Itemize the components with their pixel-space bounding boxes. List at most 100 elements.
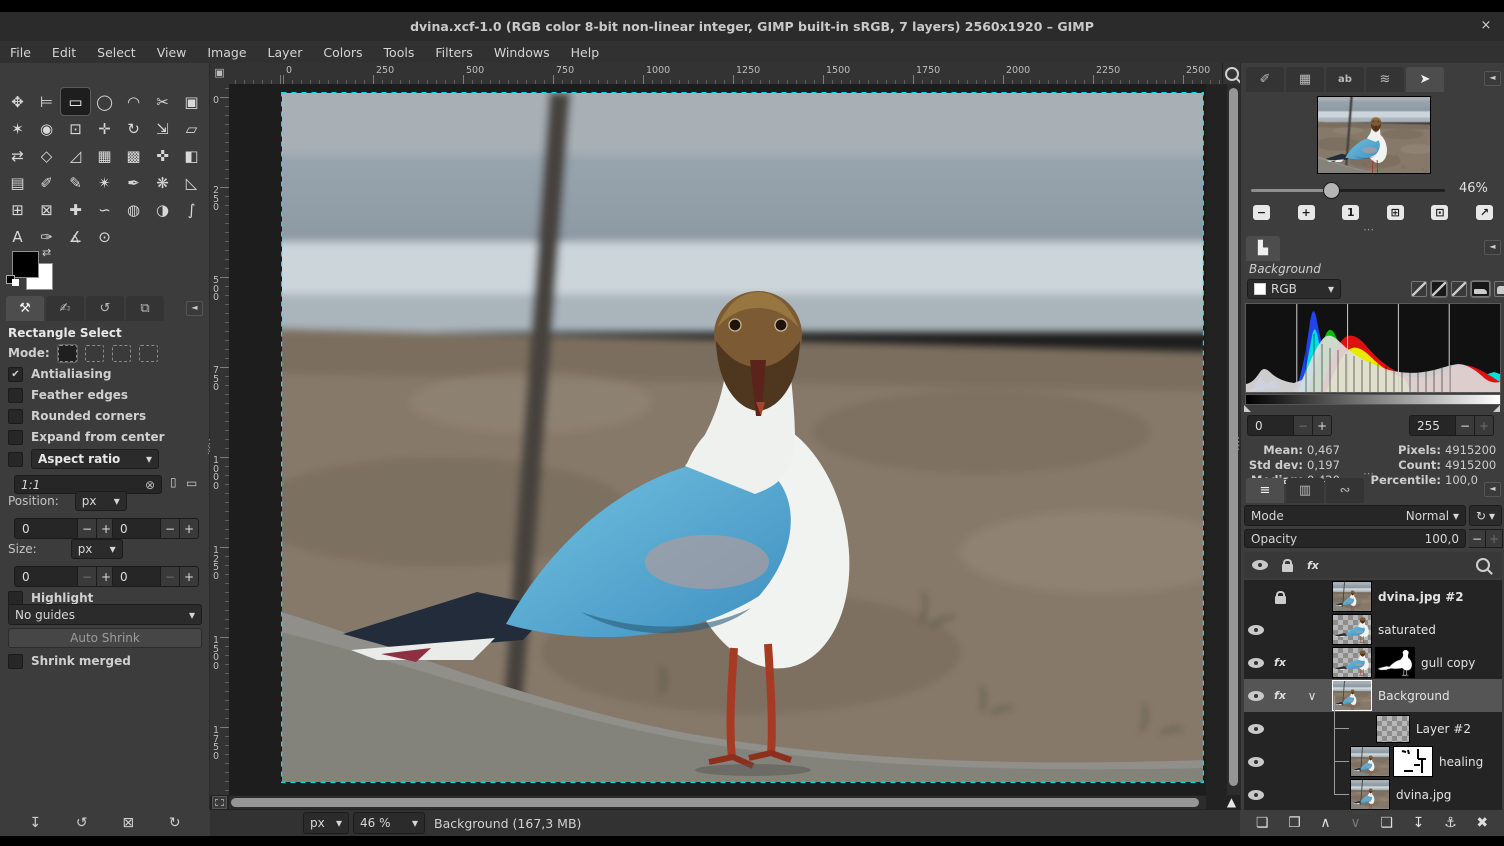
channel-dropdown[interactable]: RGB ▾ [1247, 279, 1341, 299]
tool-fuzzy-select[interactable]: ✶ [3, 115, 32, 142]
position-unit-dropdown[interactable]: px ▾ [75, 491, 127, 511]
layer-mask-thumbnail[interactable] [1393, 746, 1433, 777]
guides-dropdown[interactable]: No guides ▾ [8, 604, 202, 625]
feather-edges-checkbox[interactable] [8, 388, 23, 403]
histogram-linear-icon[interactable] [1471, 281, 1490, 297]
fx-header-icon[interactable]: fx [1307, 559, 1319, 572]
layer-name[interactable]: saturated [1378, 623, 1436, 637]
shrink-merged-checkbox[interactable] [8, 654, 23, 669]
size-unit-dropdown[interactable]: px ▾ [71, 539, 123, 559]
canvas-viewport[interactable] [229, 84, 1206, 795]
position-y-minus[interactable]: − [161, 518, 180, 539]
tab-images[interactable]: ⧉ [126, 296, 164, 321]
menu-view[interactable]: View [157, 45, 187, 60]
layer-thumbnail[interactable] [1376, 715, 1410, 743]
dock-dots-icon[interactable]: ⋯ [1363, 467, 1376, 480]
visibility-icon[interactable] [1248, 690, 1264, 702]
range-high-value[interactable]: 255 [1409, 415, 1456, 436]
zoom-1-1-button[interactable]: 1 [1342, 205, 1359, 220]
zoom-in-button[interactable]: + [1298, 205, 1315, 220]
layer-name[interactable]: Layer #2 [1416, 722, 1471, 736]
horizontal-scrollbar[interactable] [229, 796, 1206, 809]
size-w-value[interactable]: 0 [14, 566, 78, 587]
menu-file[interactable]: File [10, 45, 31, 60]
size-h-plus[interactable]: + [180, 566, 199, 587]
histogram-log-icon[interactable] [1494, 281, 1504, 297]
tool-smudge[interactable]: ∽ [90, 196, 119, 223]
tool-pencil[interactable]: ✎ [61, 169, 90, 196]
restore-tool-preset-icon[interactable]: ↺ [76, 815, 88, 831]
tool-zoom[interactable]: ⊙ [90, 223, 119, 250]
tool-perspective-clone[interactable]: ⊠ [32, 196, 61, 223]
delete-layer-button[interactable]: ✖ [1476, 815, 1488, 831]
new-layer-group-button[interactable]: ❐ [1288, 815, 1301, 831]
tool-mypaint-brush[interactable]: ❋ [148, 169, 177, 196]
tool-move[interactable]: ✥ [3, 88, 32, 115]
raise-layer-button[interactable]: ∧ [1320, 815, 1330, 831]
tool-paintbrush[interactable]: ✐ [32, 169, 61, 196]
tool-text[interactable]: A [3, 223, 32, 250]
layer-mask-thumbnail[interactable] [1375, 647, 1415, 678]
expand-from-center-checkbox[interactable] [8, 430, 23, 445]
tool-warp-transform[interactable]: ▦ [90, 142, 119, 169]
tool-ink[interactable]: ✒ [119, 169, 148, 196]
navigation-thumbnail[interactable] [1317, 96, 1431, 174]
menu-windows[interactable]: Windows [494, 45, 550, 60]
range-low-value[interactable]: 0 [1247, 415, 1294, 436]
dock-dots-icon[interactable]: ⋯ [1363, 223, 1376, 236]
menu-filters[interactable]: Filters [435, 45, 472, 60]
tool-ellipse-select[interactable]: ◯ [90, 88, 119, 115]
zoom-follow-window-icon[interactable] [1223, 63, 1240, 84]
tab-brushes[interactable]: ✐ [1246, 67, 1284, 92]
clear-icon[interactable]: ⊗ [145, 478, 155, 492]
tab-device-status[interactable]: ✍ [46, 296, 84, 321]
fixed-aspect-dropdown[interactable]: Aspect ratio ▾ [31, 449, 159, 469]
tool-blur-sharpen[interactable]: ◍ [119, 196, 148, 223]
dock-menu-icon[interactable]: ◄ [1484, 240, 1501, 255]
visibility-icon[interactable] [1248, 756, 1264, 768]
mode-add-icon[interactable] [85, 345, 104, 362]
range-high-plus[interactable]: + [1475, 415, 1494, 436]
perceptual-icon[interactable] [1431, 281, 1447, 297]
visibility-icon[interactable] [1248, 657, 1264, 669]
tool-rotate[interactable]: ↻ [119, 115, 148, 142]
right-splitter-grip[interactable]: ⋮⋮ [1233, 440, 1237, 448]
visibility-icon[interactable] [1248, 624, 1264, 636]
anchor-layer-button[interactable]: ⚓ [1444, 815, 1457, 831]
zoom-slider-thumb[interactable] [1323, 182, 1340, 199]
size-h-value[interactable]: 0 [112, 566, 161, 587]
tab-tool-options[interactable]: ⚒ [6, 296, 44, 321]
range-high-minus[interactable]: − [1456, 415, 1475, 436]
quick-mask-toggle[interactable] [212, 796, 227, 809]
tool-scale[interactable]: ⇲ [148, 115, 177, 142]
status-zoom-dropdown[interactable]: 46 % ▾ [353, 812, 425, 834]
tool-paths[interactable]: ∫ [177, 196, 206, 223]
tab-histogram[interactable]: ▙ [1246, 236, 1280, 261]
expander-icon[interactable]: ∨ [1292, 689, 1332, 703]
mode-switch-button[interactable]: ↻ ▾ [1469, 505, 1502, 526]
layer-row-gull-copy[interactable]: fx gull copy [1244, 646, 1502, 679]
menu-image[interactable]: Image [207, 45, 246, 60]
layer-name[interactable]: healing [1439, 755, 1483, 769]
tab-channels[interactable]: ▥ [1286, 478, 1324, 503]
tab-paths[interactable]: ∾ [1326, 478, 1364, 503]
tool-perspective[interactable]: ◿ [61, 142, 90, 169]
tool-free-select[interactable]: ◠ [119, 88, 148, 115]
tool-gradient[interactable]: ▤ [3, 169, 32, 196]
layer-name[interactable]: Background [1378, 689, 1450, 703]
position-x-value[interactable]: 0 [14, 518, 78, 539]
layer-thumbnail[interactable] [1332, 647, 1372, 678]
opacity-slider[interactable]: Opacity 100,0 [1244, 529, 1466, 548]
auto-shrink-button[interactable]: Auto Shrink [8, 628, 202, 648]
landscape-icon[interactable]: ▭ [186, 476, 197, 490]
tool-3d-transform[interactable]: ◇ [32, 142, 61, 169]
close-button[interactable]: × [1478, 18, 1494, 33]
swap-colors-icon[interactable]: ⇄ [42, 246, 51, 259]
lock-header-icon[interactable] [1282, 564, 1293, 572]
dock-menu-icon[interactable]: ◄ [186, 301, 203, 316]
foreground-color[interactable] [12, 251, 39, 278]
menu-colors[interactable]: Colors [323, 45, 362, 60]
menu-select[interactable]: Select [97, 45, 136, 60]
layer-name[interactable]: dvina.jpg [1396, 788, 1451, 802]
menu-layer[interactable]: Layer [268, 45, 303, 60]
